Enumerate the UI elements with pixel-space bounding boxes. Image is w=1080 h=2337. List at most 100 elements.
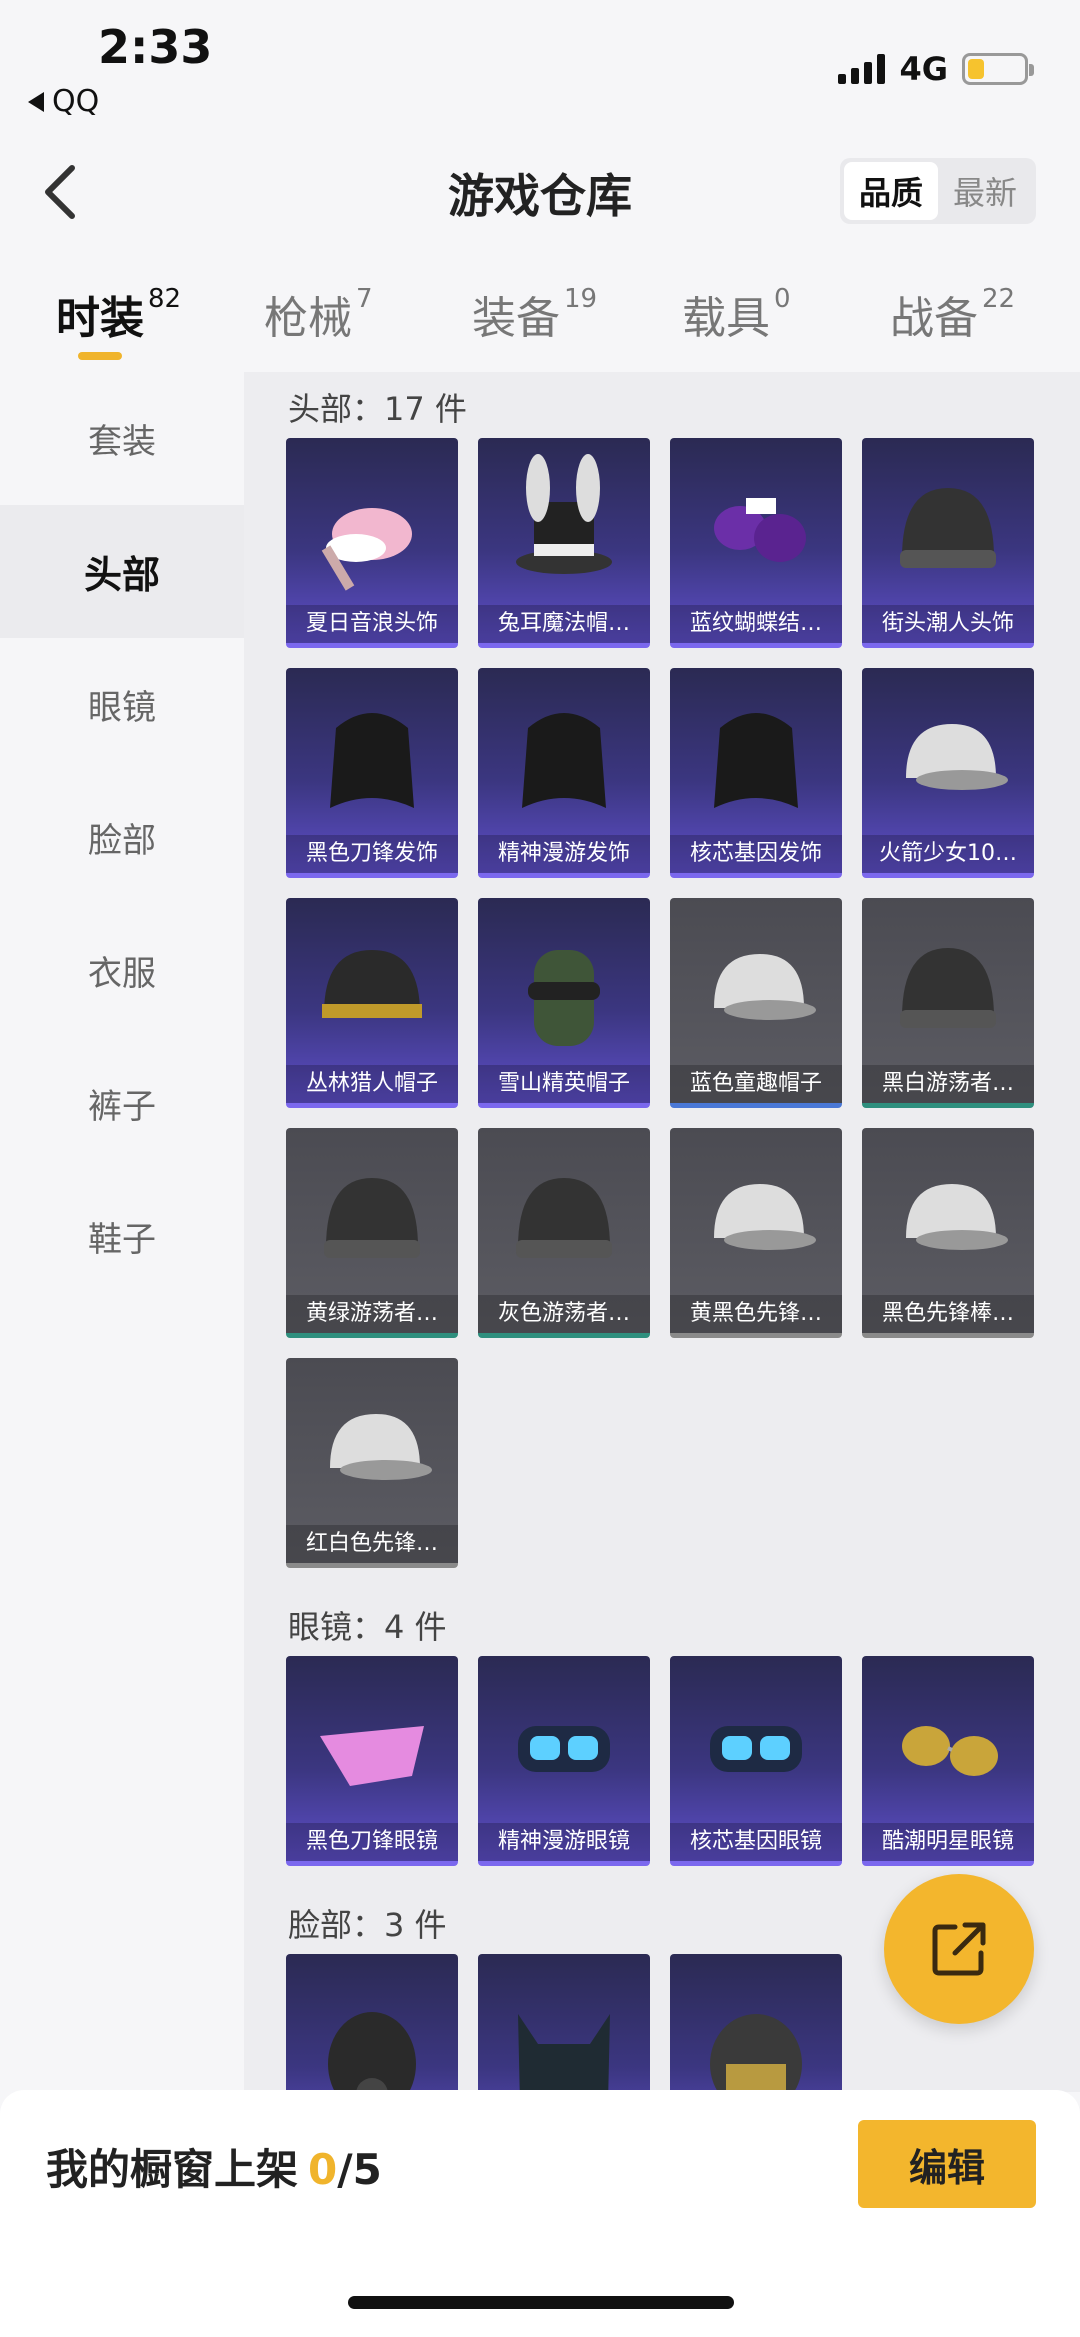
item-card[interactable] xyxy=(286,1954,458,2092)
item-card[interactable]: 街头潮人头饰 xyxy=(862,438,1034,648)
helmet-icon xyxy=(322,950,422,1018)
item-card[interactable]: 灰色游荡者… xyxy=(478,1128,650,1338)
item-card[interactable]: 火箭少女10… xyxy=(862,668,1034,878)
hat-icon xyxy=(321,508,412,591)
item-card[interactable]: 精神漫游发饰 xyxy=(478,668,650,878)
item-name: 兔耳魔法帽… xyxy=(478,605,650,643)
tab-label: 战备 xyxy=(890,293,978,344)
showcase-total: /5 xyxy=(337,2145,382,2194)
item-card[interactable]: 黄绿游荡者… xyxy=(286,1128,458,1338)
item-name: 街头潮人头饰 xyxy=(862,605,1034,643)
beanie-icon xyxy=(900,488,996,568)
share-button[interactable] xyxy=(884,1874,1034,2024)
glasses-icon xyxy=(320,1726,424,1786)
sidebar-item-suit[interactable]: 套装 xyxy=(0,372,244,505)
item-name: 黑白游荡者… xyxy=(862,1065,1034,1103)
item-name: 核芯基因眼镜 xyxy=(670,1823,842,1861)
item-name: 黑色刀锋发饰 xyxy=(286,835,458,873)
back-app-label: QQ xyxy=(52,84,100,119)
gas-mask-icon xyxy=(328,2012,416,2092)
showcase-current: 0 xyxy=(308,2145,338,2194)
tab-count: 0 xyxy=(774,284,791,314)
section-title: 头部：17 件 xyxy=(288,390,467,428)
item-name: 黄黑色先锋… xyxy=(670,1295,842,1333)
edit-button[interactable]: 编辑 xyxy=(858,2120,1036,2208)
tab-fashion[interactable]: 时装 82 xyxy=(56,282,181,346)
tab-supplies[interactable]: 战备 22 xyxy=(890,282,1015,346)
item-name: 灰色游荡者… xyxy=(478,1295,650,1333)
sidebar: 套装 头部 眼镜 脸部 衣服 裤子 鞋子 xyxy=(0,372,244,2092)
item-name: 酷潮明星眼镜 xyxy=(862,1823,1034,1861)
hair-icon xyxy=(714,713,798,808)
home-indicator xyxy=(348,2296,734,2309)
item-card[interactable]: 红白色先锋… xyxy=(286,1358,458,1568)
tab-vehicles[interactable]: 载具 0 xyxy=(682,282,791,346)
item-card[interactable] xyxy=(478,1954,650,2092)
item-card[interactable]: 黑白游荡者… xyxy=(862,898,1034,1108)
item-name: 核芯基因发饰 xyxy=(670,835,842,873)
item-name: 蓝色童趣帽子 xyxy=(670,1065,842,1103)
item-card[interactable]: 黑色刀锋发饰 xyxy=(286,668,458,878)
item-name: 黄绿游荡者… xyxy=(286,1295,458,1333)
item-name: 黑色刀锋眼镜 xyxy=(286,1823,458,1861)
item-card[interactable]: 黄黑色先锋… xyxy=(670,1128,842,1338)
item-card[interactable]: 蓝色童趣帽子 xyxy=(670,898,842,1108)
item-card[interactable]: 蓝纹蝴蝶结… xyxy=(670,438,842,648)
item-name: 夏日音浪头饰 xyxy=(286,605,458,643)
beanie-icon xyxy=(324,1178,420,1258)
item-name: 精神漫游眼镜 xyxy=(478,1823,650,1861)
active-tab-indicator xyxy=(78,352,122,360)
bow-icon xyxy=(714,498,806,562)
item-name: 精神漫游发饰 xyxy=(478,835,650,873)
cap-icon xyxy=(714,954,816,1020)
item-card[interactable]: 兔耳魔法帽… xyxy=(478,438,650,648)
tab-label: 装备 xyxy=(472,293,560,344)
item-card[interactable]: 夏日音浪头饰 xyxy=(286,438,458,648)
item-card[interactable]: 黑色刀锋眼镜 xyxy=(286,1656,458,1866)
mask-hat-icon xyxy=(528,950,600,1046)
item-card[interactable]: 丛林猎人帽子 xyxy=(286,898,458,1108)
item-name: 丛林猎人帽子 xyxy=(286,1065,458,1103)
status-indicators: 4G xyxy=(838,50,1034,88)
sidebar-item-glasses[interactable]: 眼镜 xyxy=(0,638,244,771)
back-to-app[interactable]: QQ xyxy=(28,84,99,119)
sort-option-quality[interactable]: 品质 xyxy=(844,162,938,220)
hair-icon xyxy=(522,713,606,808)
tab-label: 载具 xyxy=(682,293,770,344)
showcase-label: 我的橱窗上架 xyxy=(46,2145,299,2194)
sidebar-item-clothes[interactable]: 衣服 xyxy=(0,904,244,1037)
tab-label: 枪械 xyxy=(264,293,352,344)
item-name: 火箭少女10… xyxy=(862,835,1034,873)
item-card[interactable]: 精神漫游眼镜 xyxy=(478,1656,650,1866)
goggles-icon xyxy=(518,1726,610,1772)
cat-mask-icon xyxy=(518,2014,610,2092)
sidebar-item-face[interactable]: 脸部 xyxy=(0,771,244,904)
battery-icon xyxy=(962,53,1034,85)
tab-count: 19 xyxy=(564,284,598,314)
sidebar-item-shoes[interactable]: 鞋子 xyxy=(0,1170,244,1303)
status-bar: 2:33 QQ 4G xyxy=(0,0,1080,130)
sidebar-item-pants[interactable]: 裤子 xyxy=(0,1037,244,1170)
sort-toggle: 品质 最新 xyxy=(840,158,1036,224)
top-hat-icon xyxy=(516,454,612,574)
item-card[interactable]: 黑色先锋棒… xyxy=(862,1128,1034,1338)
tab-equipment[interactable]: 装备 19 xyxy=(472,282,597,346)
sort-option-newest[interactable]: 最新 xyxy=(938,162,1032,220)
share-icon xyxy=(932,1922,986,1976)
section-title: 眼镜：4 件 xyxy=(288,1608,447,1646)
item-grid-area[interactable]: 头部：17 件夏日音浪头饰 兔耳魔法帽… 蓝纹蝴蝶结… 街头潮人头饰 黑色刀锋发饰 精神漫… xyxy=(244,372,1080,2092)
tab-guns[interactable]: 枪械 7 xyxy=(264,282,373,346)
item-card[interactable]: 核芯基因眼镜 xyxy=(670,1656,842,1866)
sidebar-item-head[interactable]: 头部 xyxy=(0,505,244,638)
helmet-mask-icon xyxy=(710,2014,802,2092)
status-time: 2:33 xyxy=(98,20,213,74)
tab-count: 22 xyxy=(982,284,1016,314)
item-card[interactable] xyxy=(670,1954,842,2092)
item-name: 蓝纹蝴蝶结… xyxy=(670,605,842,643)
back-triangle-icon xyxy=(28,91,44,112)
item-card[interactable]: 核芯基因发饰 xyxy=(670,668,842,878)
tab-count: 7 xyxy=(356,284,373,314)
item-card[interactable]: 酷潮明星眼镜 xyxy=(862,1656,1034,1866)
item-card[interactable]: 雪山精英帽子 xyxy=(478,898,650,1108)
item-name: 雪山精英帽子 xyxy=(478,1065,650,1103)
